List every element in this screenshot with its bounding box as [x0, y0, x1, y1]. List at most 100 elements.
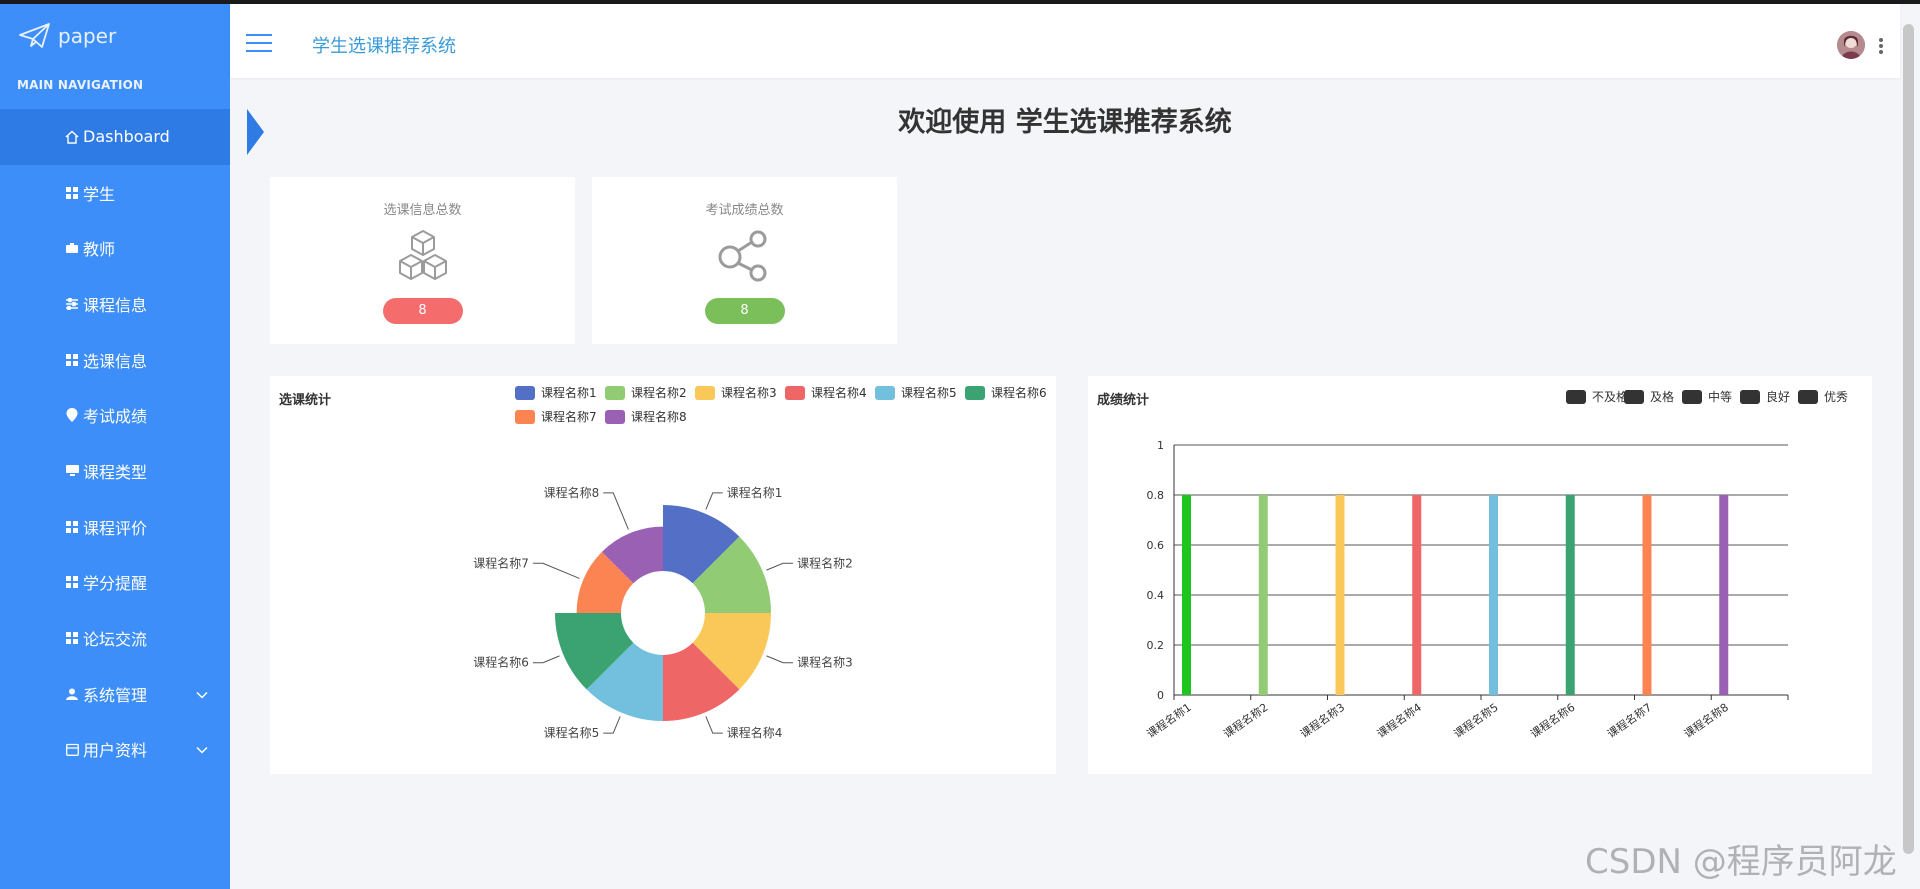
- bar[interactable]: [1258, 495, 1268, 695]
- stat-label: 选课信息总数: [383, 203, 462, 218]
- bar-chart: 0 0.2 0.4 0.6 0.8 1 课程名称1 课程名称2 课程名称3 课程名称4 课程名称5 课…: [1144, 439, 1789, 741]
- sidebar-item-label: 学分提醒: [83, 574, 148, 594]
- grid-icon: [64, 574, 80, 590]
- calendar-icon: [64, 741, 80, 757]
- bar[interactable]: [1719, 495, 1729, 695]
- brand-logo[interactable]: paper: [18, 22, 116, 50]
- grid-icon: [64, 630, 80, 646]
- pie-slice-label: 课程名称7: [473, 555, 529, 570]
- more-options-icon[interactable]: [1879, 38, 1883, 54]
- menu-toggle-icon[interactable]: [246, 34, 272, 52]
- bar[interactable]: [1489, 495, 1498, 695]
- map-pin-icon: [64, 407, 80, 423]
- sidebar-item-3[interactable]: 教师: [0, 220, 230, 276]
- bar[interactable]: [1565, 495, 1575, 695]
- sidebar-item-label: 选课信息: [83, 351, 148, 371]
- x-tick-label: 课程名称5: [1451, 700, 1501, 741]
- pie-leader-line: [766, 562, 794, 571]
- sidebar-item-9[interactable]: 学分提醒: [0, 555, 230, 611]
- pie-leader-line: [603, 492, 629, 530]
- user-icon: [64, 686, 80, 702]
- y-tick-label: 0.6: [1147, 539, 1165, 552]
- stat-label: 考试成绩总数: [705, 203, 784, 218]
- bar[interactable]: [1182, 495, 1191, 695]
- sidebar-item-2[interactable]: 学生: [0, 165, 230, 221]
- score-chart-panel: 成绩统计 不及格 及格 中等 良好 优秀 0 0.2 0.4 0.6 0.8 1 课程名称1 课程名称…: [1088, 376, 1872, 774]
- chevron-down-icon[interactable]: [196, 740, 208, 759]
- pie-slice-label: 课程名称6: [473, 655, 529, 670]
- sidebar-item-4[interactable]: 课程信息: [0, 276, 230, 332]
- grid-icon: [64, 352, 80, 368]
- sidebar-item-10[interactable]: 论坛交流: [0, 610, 230, 666]
- course-selection-chart-panel: 选课统计 课程名称1 课程名称2 课程名称3 课程名称4 课程名称5 课程名称6 课程名称7…: [270, 376, 1056, 774]
- top-header: 学生选课推荐系统: [230, 4, 1900, 78]
- y-tick-label: 0: [1157, 689, 1164, 702]
- x-tick-label: 课程名称2: [1221, 700, 1271, 741]
- x-tick-label: 课程名称3: [1297, 700, 1347, 741]
- bar[interactable]: [1642, 495, 1652, 695]
- page-scrollbar[interactable]: [1903, 24, 1914, 854]
- watermark: CSDN @程序员阿龙: [1585, 842, 1897, 882]
- pie-chart: 课程名称1 课程名称2 课程名称3 课程名称4 课程名称5 课程名称6 课程名称7 课程名称8: [473, 485, 853, 740]
- stat-card-exam-scores: 考试成绩总数 8: [592, 177, 897, 344]
- sidebar-item-label: 教师: [83, 240, 116, 260]
- pie-slice-label: 课程名称2: [797, 555, 853, 570]
- sidebar-item-8[interactable]: 课程评价: [0, 499, 230, 555]
- x-tick-label: 课程名称4: [1374, 700, 1424, 741]
- briefcase-icon: [64, 240, 80, 256]
- sidebar-item-6[interactable]: 考试成绩: [0, 387, 230, 443]
- sidebar-item-label: Dashboard: [83, 127, 170, 147]
- x-tick-label: 课程名称7: [1604, 700, 1654, 741]
- sidebar-item-label: 课程信息: [83, 295, 148, 315]
- cubes-icon: [395, 229, 451, 287]
- sidebar-item-label: 课程类型: [83, 462, 148, 482]
- pie-leader-line: [603, 716, 621, 734]
- pie-slice-label: 课程名称8: [544, 485, 600, 500]
- pie-leader-line: [532, 562, 580, 579]
- bar[interactable]: [1335, 495, 1345, 695]
- stat-badge: 8: [704, 298, 785, 324]
- y-tick-label: 0.2: [1147, 639, 1165, 652]
- paper-plane-icon: [19, 23, 50, 48]
- brand-name: paper: [58, 24, 117, 48]
- x-tick-label: 课程名称6: [1528, 700, 1578, 741]
- sidebar-item-7[interactable]: 课程类型: [0, 443, 230, 499]
- grid-icon: [64, 519, 80, 535]
- chevron-down-icon[interactable]: [196, 684, 208, 703]
- welcome-heading: 欢迎使用 学生选课推荐系统: [898, 107, 1232, 138]
- pie-leader-line: [705, 492, 723, 510]
- sidebar-item-12[interactable]: 用户资料: [0, 722, 230, 778]
- sidebar-item-11[interactable]: 系统管理: [0, 666, 230, 722]
- pie-leader-line: [766, 655, 794, 664]
- sidebar-item-5[interactable]: 选课信息: [0, 332, 230, 388]
- home-icon: [64, 129, 80, 145]
- pie-leader-line: [532, 655, 560, 664]
- nav-heading: MAIN NAVIGATION: [17, 78, 144, 92]
- pie-slice-label: 课程名称3: [797, 655, 853, 670]
- pie-slice-label: 课程名称1: [727, 485, 783, 500]
- share-icon: [717, 229, 773, 287]
- y-tick-label: 0.8: [1147, 489, 1165, 502]
- user-avatar[interactable]: [1837, 31, 1865, 59]
- app-title: 学生选课推荐系统: [312, 36, 456, 57]
- pie-leader-line: [705, 716, 723, 734]
- sliders-icon: [64, 296, 80, 312]
- sidebar-item-label: 论坛交流: [83, 630, 148, 650]
- x-tick-label: 课程名称8: [1681, 700, 1731, 741]
- sidebar-item-label: 学生: [83, 184, 116, 204]
- pie-slice-label: 课程名称4: [727, 725, 783, 740]
- pie-slice-label: 课程名称5: [544, 725, 600, 740]
- y-tick-label: 1: [1157, 439, 1164, 452]
- y-tick-label: 0.4: [1147, 589, 1165, 602]
- bar[interactable]: [1412, 495, 1422, 695]
- sidebar-item-label: 考试成绩: [83, 407, 148, 427]
- monitor-icon: [64, 463, 80, 479]
- sidebar-item-1[interactable]: Dashboard: [0, 109, 264, 165]
- sidebar: paper MAIN NAVIGATION Dashboard 学生教师课程信息选…: [0, 4, 264, 889]
- x-tick-label: 课程名称1: [1144, 700, 1194, 741]
- sidebar-item-label: 系统管理: [83, 685, 148, 705]
- main-navigation: Dashboard 学生教师课程信息选课信息考试成绩课程类型课程评价学分提醒论坛交…: [0, 109, 264, 778]
- stat-badge: 8: [382, 298, 463, 324]
- grid-icon: [64, 185, 80, 201]
- stat-card-course-selection: 选课信息总数 8: [270, 177, 575, 344]
